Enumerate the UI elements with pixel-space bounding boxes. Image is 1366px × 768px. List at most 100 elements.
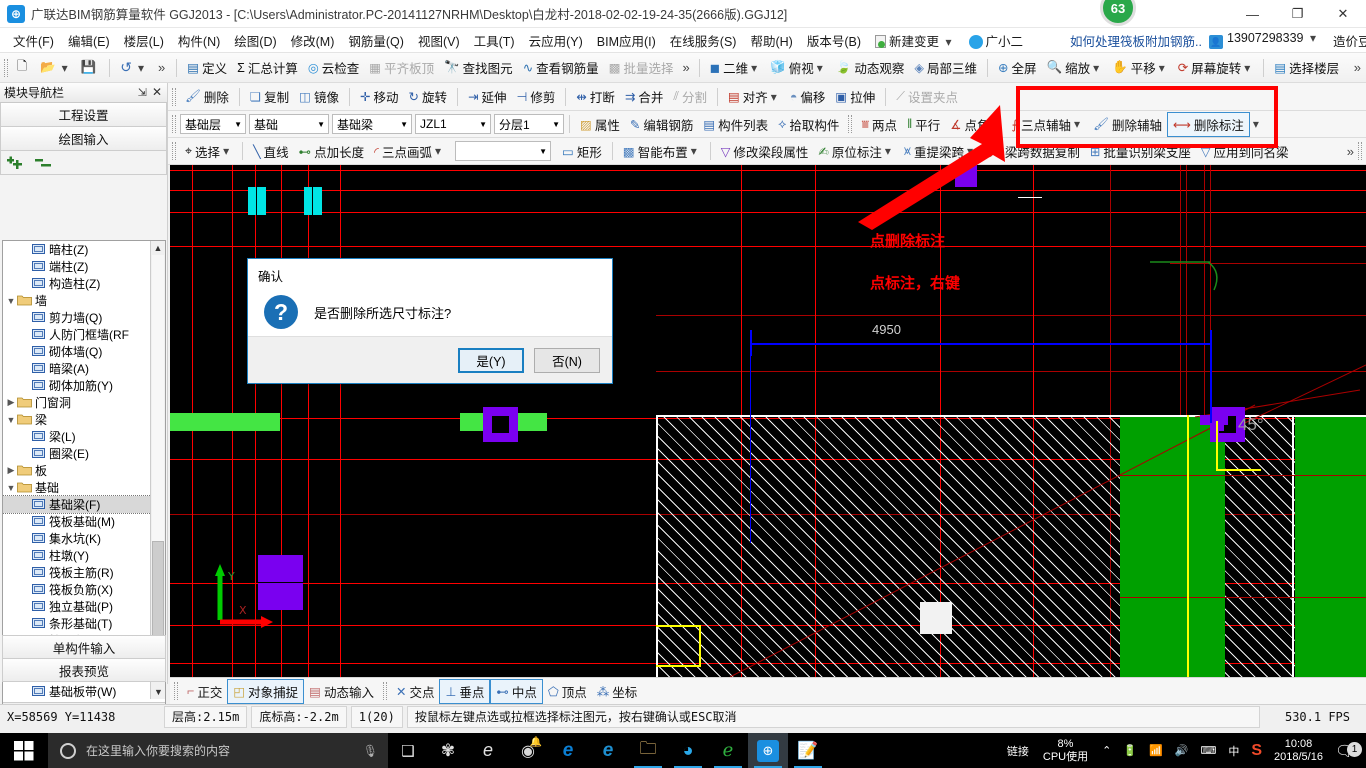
- tree-item-0[interactable]: 暗柱(Z): [3, 241, 151, 258]
- copy-button[interactable]: ❏ 复制: [245, 85, 294, 108]
- tree-item-16[interactable]: 筏板基础(M): [3, 513, 151, 530]
- view-2d-button[interactable]: ◼ 二维 ▾: [705, 56, 765, 79]
- menu-help[interactable]: 帮助(H): [743, 28, 799, 53]
- component-name-select[interactable]: JZL1 ▼: [415, 114, 491, 134]
- tip-link[interactable]: 如何处理筏板附加钢筋..: [1070, 31, 1202, 50]
- chevron-down-icon[interactable]: ▾: [946, 35, 952, 49]
- mirror-button[interactable]: ◫ 镜像: [294, 85, 344, 108]
- spiral-bell-icon[interactable]: ◉ 🔔: [508, 733, 548, 768]
- tree-item-10[interactable]: ▼ 梁: [3, 411, 151, 428]
- column-element[interactable]: [248, 187, 266, 215]
- sogou-ime-icon[interactable]: S: [1245, 742, 1268, 760]
- minimize-button[interactable]: —: [1230, 0, 1275, 28]
- chevron-down-icon[interactable]: ▾: [223, 144, 229, 158]
- tree-item-3[interactable]: ▼ 墙: [3, 292, 151, 309]
- toolbar-gripper[interactable]: [172, 142, 176, 160]
- search-input[interactable]: 在这里输入你要搜索的内容 🎙: [48, 733, 388, 768]
- component-list-button[interactable]: ▤ 构件列表: [698, 113, 773, 136]
- pin-icon[interactable]: ⇲: [138, 86, 147, 99]
- snap-perpendicular-button[interactable]: ⊥ 垂点: [439, 678, 491, 704]
- chevron-right-icon[interactable]: ▶: [5, 397, 17, 408]
- move-button[interactable]: ✛ 移动: [355, 85, 404, 108]
- tree-item-11[interactable]: 梁(L): [3, 428, 151, 445]
- scroll-down-arrow[interactable]: ▼: [151, 685, 165, 699]
- chevron-down-icon[interactable]: ▾: [1159, 61, 1165, 75]
- chevron-down-icon[interactable]: ▼: [479, 120, 487, 129]
- menu-tools[interactable]: 工具(T): [467, 28, 522, 53]
- tree-item-26[interactable]: 基础板带(W): [3, 683, 151, 699]
- assistant-button[interactable]: 广小二: [962, 28, 1031, 53]
- break-button[interactable]: ⇹ 打断: [571, 85, 620, 108]
- close-button[interactable]: ✕: [1320, 0, 1366, 28]
- properties-button[interactable]: ▨ 属性: [575, 113, 625, 136]
- tree-item-8[interactable]: 砌体加筋(Y): [3, 377, 151, 394]
- tree-item-7[interactable]: 暗梁(A): [3, 360, 151, 377]
- selected-element[interactable]: [920, 602, 952, 634]
- split-button[interactable]: ⫽ 分割: [668, 85, 712, 108]
- tree-item-21[interactable]: 独立基础(P): [3, 598, 151, 615]
- taskbar-clock[interactable]: 10:08 2018/5/16: [1268, 738, 1329, 764]
- new-change-button[interactable]: 新建变更 ▾: [868, 28, 962, 53]
- menu-floor[interactable]: 楼层(L): [117, 28, 171, 53]
- toolbar-gripper[interactable]: [382, 682, 387, 700]
- toolbar-gripper[interactable]: [1358, 142, 1362, 160]
- tray-link-label[interactable]: 链接: [1001, 743, 1035, 759]
- toolbar-overflow-3[interactable]: »: [1354, 60, 1361, 75]
- menu-file[interactable]: 文件(F): [6, 28, 61, 53]
- extend-button[interactable]: ⇥ 延伸: [463, 85, 512, 108]
- draw-input-button[interactable]: 绘图输入: [0, 127, 167, 151]
- top-view-button[interactable]: 🧊 俯视 ▾: [765, 56, 831, 79]
- account-button[interactable]: 👤 13907298339 ▾: [1202, 28, 1326, 52]
- tree-item-2[interactable]: 构造柱(Z): [3, 275, 151, 292]
- align-slab-top-button[interactable]: ▦ 平齐板顶: [364, 56, 439, 79]
- edge-browser-icon[interactable]: e: [548, 733, 588, 768]
- zoom-button[interactable]: 🔍 缩放 ▾: [1042, 56, 1108, 79]
- pan-button[interactable]: ✋ 平移 ▾: [1107, 56, 1173, 79]
- menu-modify[interactable]: 修改(M): [284, 28, 342, 53]
- chevron-down-icon[interactable]: ▾: [691, 144, 697, 158]
- tree-item-20[interactable]: 筏板负筋(X): [3, 581, 151, 598]
- dialog-yes-button[interactable]: 是(Y): [458, 347, 524, 373]
- chevron-down-icon[interactable]: ▼: [234, 120, 242, 129]
- dimension-line[interactable]: [750, 343, 1212, 345]
- 360-browser-icon[interactable]: ◕: [668, 733, 708, 768]
- chevron-right-icon[interactable]: ▶: [5, 465, 17, 476]
- chevron-down-icon[interactable]: ▾: [751, 61, 757, 75]
- tree-item-14[interactable]: ▼ 基础: [3, 479, 151, 496]
- tree-item-15[interactable]: 基础梁(F): [3, 495, 151, 514]
- toolbar-gripper[interactable]: [172, 87, 176, 106]
- notification-badge[interactable]: 63: [1100, 0, 1136, 26]
- menu-draw[interactable]: 绘图(D): [227, 28, 283, 53]
- chevron-down-icon[interactable]: ▾: [817, 61, 823, 75]
- snap-midpoint-button[interactable]: ⊷ 中点: [490, 678, 543, 704]
- file-explorer-icon[interactable]: 🗀: [628, 733, 668, 768]
- task-view-icon[interactable]: ❑: [388, 733, 428, 768]
- expand-all-icon[interactable]: [7, 156, 25, 170]
- cpu-usage-indicator[interactable]: 8% CPU使用: [1035, 738, 1096, 764]
- internet-explorer-icon[interactable]: e: [588, 733, 628, 768]
- cloud-check-button[interactable]: ◎ 云检查: [303, 56, 364, 79]
- notepad-app-icon[interactable]: 📝: [788, 733, 828, 768]
- coin-balance[interactable]: 造价豆:0: [1326, 28, 1366, 53]
- arc-param-select[interactable]: ▼: [455, 141, 552, 161]
- beam-element[interactable]: [170, 413, 280, 431]
- dialog-no-button[interactable]: 否(N): [534, 347, 600, 373]
- edit-rebar-button[interactable]: ✎ 编辑钢筋: [625, 113, 699, 136]
- three-point-arc-button[interactable]: ◜ 三点画弧 ▾: [369, 140, 449, 163]
- view-rebar-button[interactable]: ∿ 查看钢筋量: [518, 56, 604, 79]
- layer-select[interactable]: 分层1 ▼: [494, 114, 564, 134]
- keyboard-icon[interactable]: ⌨: [1194, 744, 1222, 757]
- chevron-down-icon[interactable]: ▾: [62, 61, 68, 75]
- microphone-icon[interactable]: 🎙: [363, 744, 378, 758]
- chevron-up-icon[interactable]: ⌃: [1096, 744, 1117, 757]
- chevron-down-icon[interactable]: ▾: [771, 90, 777, 104]
- chevron-down-icon[interactable]: ▼: [400, 120, 408, 129]
- tree-item-19[interactable]: 筏板主筋(R): [3, 564, 151, 581]
- fan-app-icon[interactable]: ✾: [428, 733, 468, 768]
- chevron-down-icon[interactable]: ▼: [552, 120, 560, 129]
- menu-version[interactable]: 版本号(B): [800, 28, 868, 53]
- chevron-down-icon[interactable]: ▼: [5, 483, 17, 493]
- chevron-down-icon[interactable]: ▾: [435, 144, 441, 158]
- tree-item-1[interactable]: 端柱(Z): [3, 258, 151, 275]
- chevron-down-icon[interactable]: ▼: [5, 296, 17, 306]
